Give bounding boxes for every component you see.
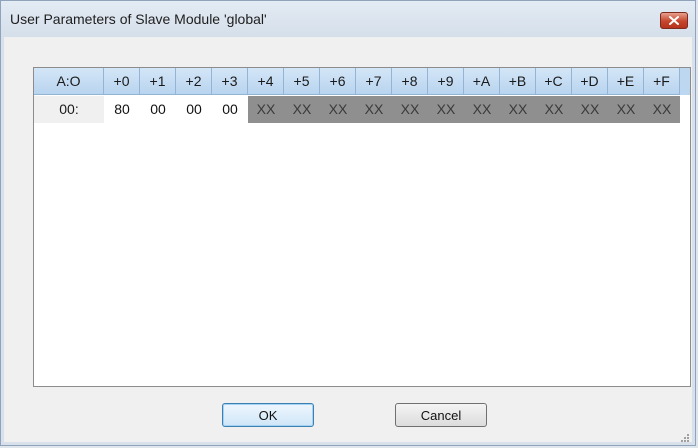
- disabled-value-cell: XX: [536, 96, 572, 123]
- value-cell[interactable]: 80: [104, 96, 140, 123]
- column-header: +5: [284, 68, 320, 95]
- cancel-button[interactable]: Cancel: [395, 403, 487, 427]
- disabled-value-cell: XX: [320, 96, 356, 123]
- value-cell[interactable]: 00: [140, 96, 176, 123]
- column-header: +4: [248, 68, 284, 95]
- column-header: +7: [356, 68, 392, 95]
- corner-header: A:O: [34, 68, 104, 95]
- column-header: +D: [572, 68, 608, 95]
- column-header: +6: [320, 68, 356, 95]
- column-header: +C: [536, 68, 572, 95]
- close-icon: [669, 16, 679, 25]
- column-header: +9: [428, 68, 464, 95]
- dialog-client-area: A:O +0 +1 +2 +3 +4 +5 +6 +7 +8 +9 +A +B +C +D +E +F 00:…: [4, 37, 692, 442]
- row-address: 00:: [34, 96, 104, 123]
- column-header: +F: [644, 68, 680, 95]
- disabled-value-cell: XX: [608, 96, 644, 123]
- disabled-value-cell: XX: [284, 96, 320, 123]
- column-header: +E: [608, 68, 644, 95]
- disabled-value-cell: XX: [428, 96, 464, 123]
- dialog-title: User Parameters of Slave Module 'global': [10, 11, 267, 27]
- column-header: +1: [140, 68, 176, 95]
- disabled-value-cell: XX: [464, 96, 500, 123]
- column-header: +0: [104, 68, 140, 95]
- disabled-value-cell: XX: [392, 96, 428, 123]
- disabled-value-cell: XX: [500, 96, 536, 123]
- disabled-value-cell: XX: [356, 96, 392, 123]
- grid-row: 00: 80 00 00 00 XX XX XX XX XX XX XX XX XX XX XX XX: [34, 96, 690, 123]
- close-button[interactable]: [660, 12, 688, 29]
- value-cell[interactable]: 00: [176, 96, 212, 123]
- parameter-grid: A:O +0 +1 +2 +3 +4 +5 +6 +7 +8 +9 +A +B +C +D +E +F 00:…: [33, 67, 691, 387]
- disabled-value-cell: XX: [248, 96, 284, 123]
- column-header: +3: [212, 68, 248, 95]
- disabled-value-cell: XX: [644, 96, 680, 123]
- column-header: +B: [500, 68, 536, 95]
- title-bar[interactable]: User Parameters of Slave Module 'global': [1, 1, 695, 37]
- resize-grip-icon[interactable]: [680, 430, 690, 442]
- column-header: +A: [464, 68, 500, 95]
- disabled-value-cell: XX: [572, 96, 608, 123]
- grid-header-row: A:O +0 +1 +2 +3 +4 +5 +6 +7 +8 +9 +A +B +C +D +E +F: [34, 68, 690, 95]
- ok-button[interactable]: OK: [222, 403, 314, 427]
- value-cell[interactable]: 00: [212, 96, 248, 123]
- column-header: +2: [176, 68, 212, 95]
- column-header: +8: [392, 68, 428, 95]
- user-parameters-dialog: User Parameters of Slave Module 'global'…: [0, 0, 696, 446]
